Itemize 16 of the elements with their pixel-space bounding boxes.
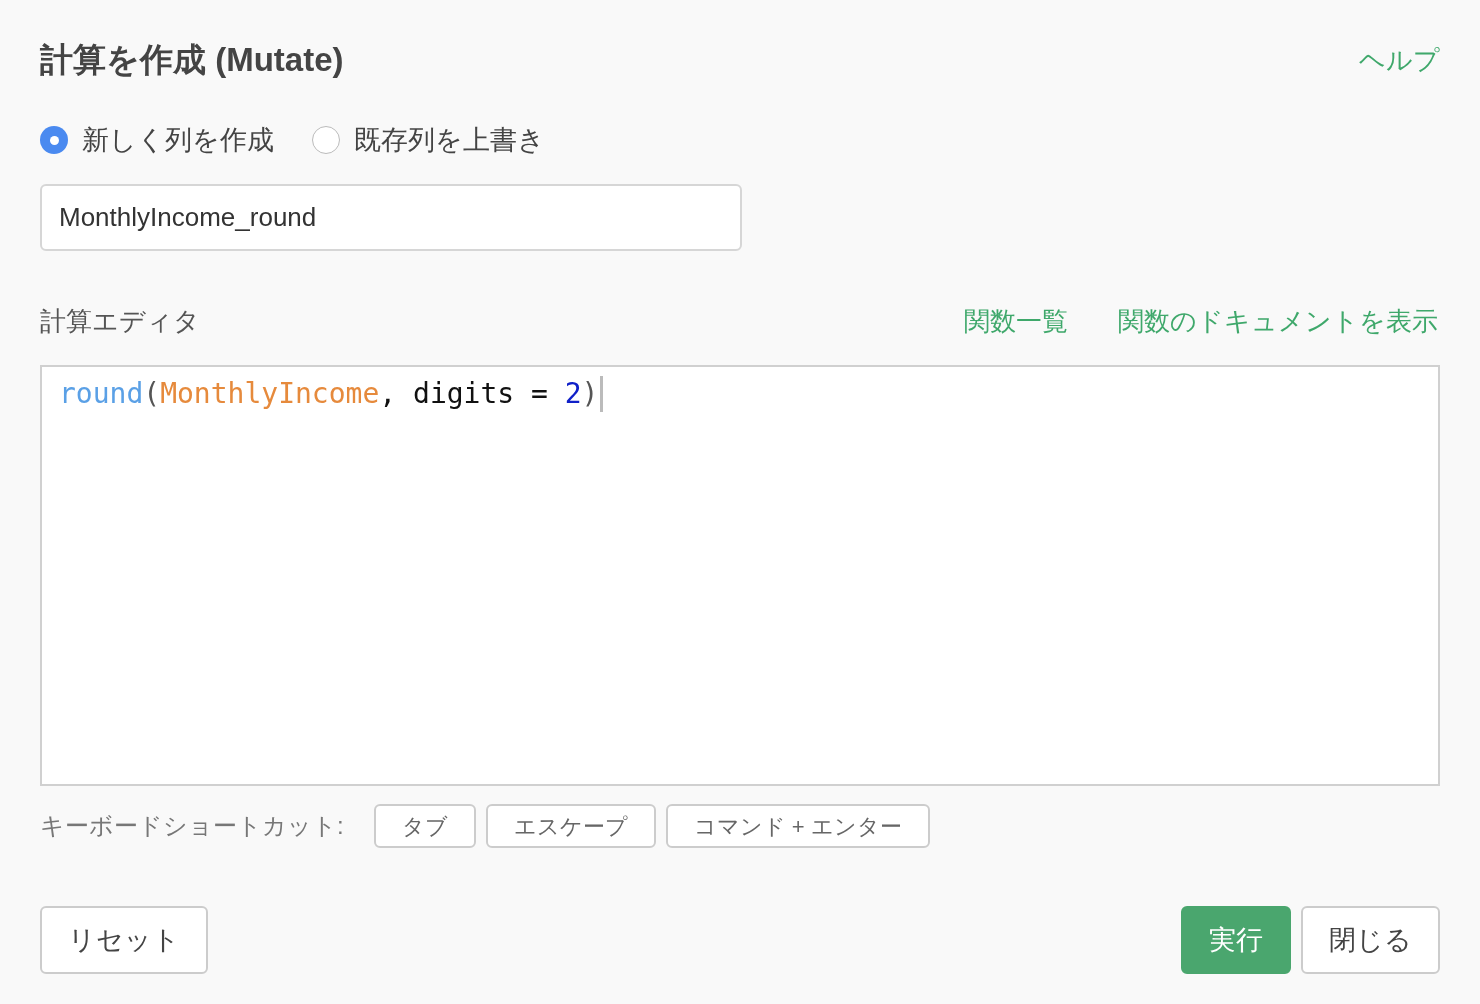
close-button[interactable]: 閉じる: [1301, 906, 1440, 974]
shortcut-key: エスケープ: [485, 804, 656, 848]
code-line: round(MonthlyIncome, digits = 2): [59, 376, 599, 412]
dialog-title: 計算を作成 (Mutate): [40, 40, 344, 81]
editor-label: 計算エディタ: [40, 304, 200, 338]
shortcut-key: コマンド + エンター: [665, 804, 930, 848]
radio-button[interactable]: [40, 126, 68, 154]
radio-label: 新しく列を作成: [82, 123, 274, 157]
reset-button[interactable]: リセット: [40, 906, 208, 974]
text-cursor: [600, 376, 604, 412]
radio-label: 既存列を上書き: [354, 123, 545, 157]
shortcut-key: タブ: [373, 804, 476, 848]
radio-button[interactable]: [312, 126, 340, 154]
column-name-field[interactable]: MonthlyIncome_round: [40, 184, 742, 251]
code-editor[interactable]: round(MonthlyIncome, digits = 2): [40, 365, 1440, 786]
shortcuts-label: キーボードショートカット:: [40, 811, 344, 841]
